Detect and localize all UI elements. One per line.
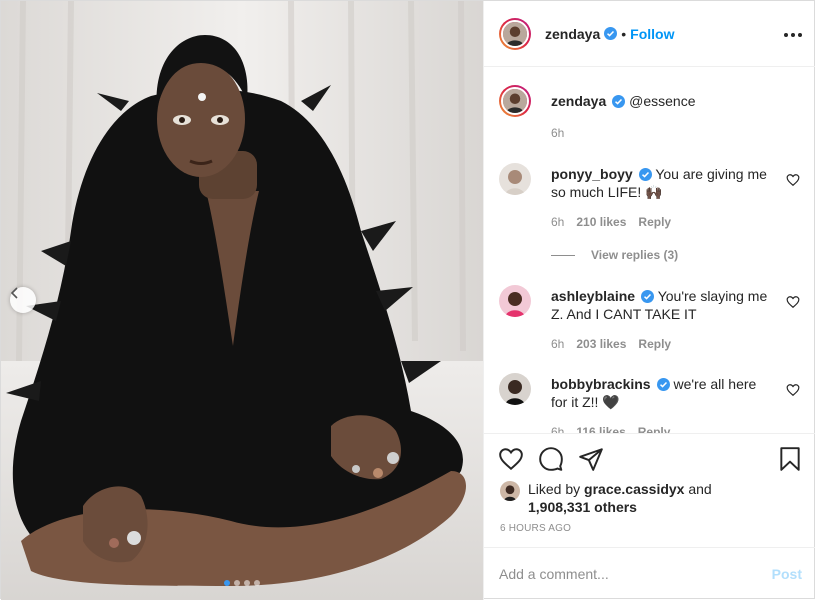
- instagram-post: zendaya • Follow zendaya @essence 6h pon…: [0, 0, 815, 600]
- comment-body: ashleyblaine You're slaying me Z. And I …: [551, 287, 771, 323]
- comment-likes[interactable]: 203 likes: [576, 337, 626, 351]
- like-comment-heart-icon[interactable]: [786, 173, 800, 187]
- avatar-image: [499, 285, 531, 317]
- avatar-image: [499, 373, 531, 405]
- commenter-avatar[interactable]: [499, 163, 531, 195]
- post-header: zendaya • Follow: [484, 1, 815, 67]
- bookmark-icon[interactable]: [777, 446, 803, 472]
- verified-badge-icon: [641, 290, 655, 303]
- more-options-button[interactable]: [783, 25, 803, 45]
- like-comment-heart-icon[interactable]: [786, 383, 800, 397]
- carousel-prev-button[interactable]: [10, 287, 36, 313]
- reply-button[interactable]: Reply: [638, 215, 671, 229]
- liked-by-and: and: [688, 481, 712, 497]
- post-timestamp[interactable]: 6 hours ago: [500, 523, 571, 534]
- post-photo[interactable]: [1, 1, 483, 600]
- comment-body: ponyy_boyy You are giving me so much LIF…: [551, 165, 771, 201]
- post-actions-section: Liked by grace.cassidyx and 1,908,331 ot…: [484, 433, 815, 547]
- verified-badge-icon: [612, 95, 626, 108]
- comment-username[interactable]: ponyy_boyy: [551, 166, 633, 182]
- liker-avatar[interactable]: [500, 481, 520, 501]
- comment-time[interactable]: 6h: [551, 215, 564, 229]
- reply-button[interactable]: Reply: [638, 337, 671, 351]
- comment-time[interactable]: 6h: [551, 425, 564, 433]
- carousel-dot: [244, 580, 250, 586]
- reply-button[interactable]: Reply: [638, 425, 671, 433]
- comment-meta: 6h 210 likes Reply: [551, 215, 671, 229]
- add-comment-input[interactable]: [499, 566, 772, 582]
- carousel-dot: [234, 580, 240, 586]
- follow-button[interactable]: Follow: [630, 26, 674, 42]
- author-avatar[interactable]: [499, 17, 531, 50]
- carousel-dot: [224, 580, 230, 586]
- more-horizontal-icon: [784, 33, 788, 37]
- avatar-image: [503, 21, 527, 46]
- likes-summary: Liked by grace.cassidyx and 1,908,331 ot…: [500, 480, 800, 516]
- author-avatar[interactable]: [499, 85, 531, 117]
- caption-text[interactable]: @essence: [629, 93, 695, 109]
- add-comment-bar: Post: [484, 547, 815, 600]
- like-comment-heart-icon[interactable]: [786, 295, 800, 309]
- caption-time[interactable]: 6h: [551, 126, 564, 140]
- view-replies-button[interactable]: View replies (3): [551, 248, 678, 262]
- caption-body: zendaya @essence: [551, 92, 771, 110]
- comment-username[interactable]: bobbybrackins: [551, 376, 651, 392]
- comment-bubble-icon[interactable]: [538, 446, 564, 472]
- comment-likes[interactable]: 210 likes: [576, 215, 626, 229]
- comment-body: bobbybrackins we're all here for it Z!! …: [551, 375, 771, 411]
- commenter-avatar[interactable]: [499, 373, 531, 405]
- comment-item: ashleyblaine You're slaying me Z. And I …: [499, 285, 804, 355]
- avatar-image: [499, 163, 531, 195]
- heart-icon[interactable]: [498, 446, 524, 472]
- verified-badge-icon: [656, 378, 670, 391]
- comment-likes[interactable]: 116 likes: [576, 425, 625, 433]
- caption-username[interactable]: zendaya: [551, 93, 606, 109]
- comments-list[interactable]: zendaya @essence 6h ponyy_boyy You are g…: [484, 68, 815, 433]
- caption-meta: 6h: [551, 126, 564, 140]
- comment-meta: 6h 203 likes Reply: [551, 337, 671, 351]
- liked-by-prefix: Liked by: [528, 481, 581, 497]
- comment-time[interactable]: 6h: [551, 337, 564, 351]
- commenter-avatar[interactable]: [499, 285, 531, 317]
- view-replies-label: View replies (3): [591, 248, 679, 262]
- avatar-image: [503, 89, 527, 113]
- replies-divider-line: [551, 254, 575, 256]
- verified-badge-icon: [604, 27, 618, 40]
- liker-username[interactable]: grace.cassidyx: [584, 481, 684, 497]
- paper-plane-icon[interactable]: [578, 446, 604, 472]
- separator-bullet: •: [621, 25, 627, 42]
- post-comment-button[interactable]: Post: [772, 566, 802, 582]
- likes-text: Liked by grace.cassidyx and 1,908,331 ot…: [528, 480, 712, 516]
- comment-item: bobbybrackins we're all here for it Z!! …: [499, 373, 804, 433]
- comment-username[interactable]: ashleyblaine: [551, 288, 635, 304]
- comment-item: ponyy_boyy You are giving me so much LIF…: [499, 163, 804, 273]
- comment-meta: 6h 116 likes Reply: [551, 425, 670, 433]
- carousel-dot: [254, 580, 260, 586]
- likes-count-others[interactable]: 1,908,331 others: [528, 499, 637, 515]
- post-side-panel: zendaya • Follow zendaya @essence 6h pon…: [483, 1, 815, 600]
- author-username[interactable]: zendaya: [545, 26, 600, 42]
- post-image: [1, 1, 483, 600]
- action-bar: [498, 446, 803, 472]
- carousel-indicator: [1, 580, 483, 586]
- chevron-left-icon: [10, 287, 18, 299]
- caption: zendaya @essence 6h: [499, 85, 804, 145]
- avatar-image: [500, 481, 520, 501]
- verified-badge-icon: [638, 168, 652, 181]
